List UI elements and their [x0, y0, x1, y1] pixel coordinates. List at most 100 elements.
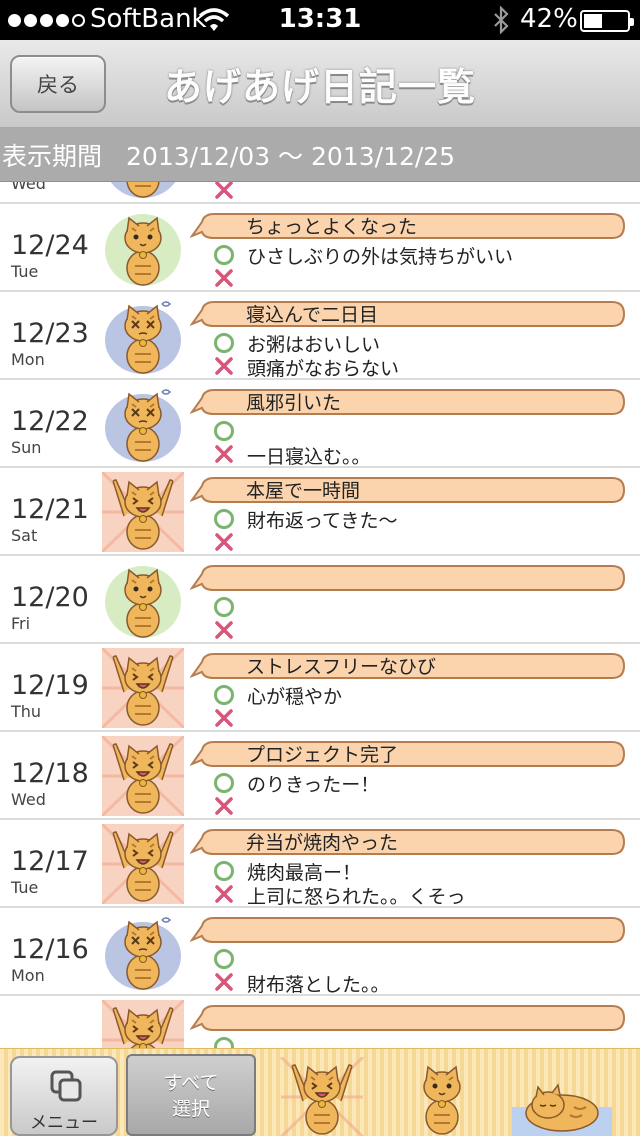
row-weekday: Wed: [11, 790, 46, 809]
cross-icon: [213, 795, 235, 817]
cross-icon: [213, 971, 235, 993]
cross-icon: [213, 443, 235, 465]
diary-list[interactable]: Wed 12/24 Tue ちょっとよくなった ひさしぶりの外は気持ちがいい 12/23 M…: [0, 182, 640, 1048]
circle-icon: [214, 597, 234, 617]
row-date: 12/22: [11, 406, 89, 437]
circle-icon: [214, 949, 234, 969]
calm-cat-icon: [102, 560, 184, 640]
sick-cat-icon: [102, 912, 184, 992]
menu-button[interactable]: メニュー: [10, 1056, 118, 1136]
title-bubble: 本屋で一時間: [190, 474, 628, 506]
row-date: 12/18: [11, 758, 89, 789]
title-bubble: [190, 914, 628, 946]
sick-cat-icon: [102, 182, 184, 200]
circle-icon: [214, 773, 234, 793]
circle-icon: [214, 421, 234, 441]
happy-cat-icon: [100, 822, 186, 906]
diary-row[interactable]: 12/18 Wed プロジェクト完了 のりきったー！: [0, 732, 640, 820]
row-bad-text: 一日寝込む。。: [247, 446, 371, 468]
title-bubble: [190, 1002, 628, 1034]
sick-cat-icon: [102, 384, 184, 464]
back-button[interactable]: 戻る: [10, 55, 106, 113]
row-weekday: Fri: [11, 614, 31, 633]
title-bubble: ストレスフリーなひび: [190, 650, 628, 682]
filter-calm-cat-icon[interactable]: [392, 1057, 492, 1136]
cross-icon: [213, 531, 235, 553]
row-date: 12/24: [11, 230, 89, 261]
happy-cat-icon: [100, 998, 186, 1048]
circle-icon: [214, 509, 234, 529]
row-good-text: 焼肉最高ー！: [247, 862, 362, 884]
page-title: あげあげ日記一覧: [163, 65, 476, 109]
title-bubble: 寝込んで二日目: [190, 298, 628, 330]
row-weekday: Tue: [11, 878, 39, 897]
circle-icon: [214, 245, 234, 265]
row-bad-text: 上司に怒られた。。くそっ: [247, 886, 466, 908]
cross-icon: [213, 883, 235, 905]
row-weekday: Sun: [11, 438, 42, 457]
row-good-text: のりきったー！: [247, 774, 380, 796]
filter-happy-cat-icon[interactable]: [272, 1055, 372, 1136]
row-title: プロジェクト完了: [246, 744, 399, 766]
bottom-toolbar: メニュー すべて 選択: [0, 1048, 640, 1136]
title-bubble: プロジェクト完了: [190, 738, 628, 770]
happy-cat-icon: [100, 646, 186, 730]
row-weekday: Wed: [11, 182, 46, 193]
diary-row[interactable]: [0, 996, 640, 1048]
cross-icon: [213, 267, 235, 289]
diary-row[interactable]: 12/16 Mon 財布落とした。。: [0, 908, 640, 996]
row-good-text: 心が穏やか: [247, 686, 343, 708]
row-title: 風邪引いた: [246, 392, 342, 414]
row-title: ストレスフリーなひび: [246, 656, 437, 678]
row-weekday: Tue: [11, 262, 39, 281]
diary-row[interactable]: 12/19 Thu ストレスフリーなひび 心が穏やか: [0, 644, 640, 732]
diary-row[interactable]: 12/21 Sat 本屋で一時間 財布返ってきた〜: [0, 468, 640, 556]
diary-row[interactable]: 12/22 Sun 風邪引いた一日寝込む。。: [0, 380, 640, 468]
row-good-text: お粥はおいしい: [247, 334, 381, 356]
cross-icon: [213, 707, 235, 729]
circle-icon: [214, 861, 234, 881]
row-bad-text: 頭痛がなおらない: [247, 358, 400, 380]
diary-list-screen: SoftBank 13:31 42% 戻る あげあげ日記一覧 表示期間 2013…: [0, 0, 640, 1136]
diary-row[interactable]: Wed: [0, 182, 640, 204]
navigation-bar: 戻る あげあげ日記一覧: [0, 40, 640, 128]
row-date: 12/19: [11, 670, 89, 701]
diary-row[interactable]: 12/24 Tue ちょっとよくなったひさしぶりの外は気持ちがいい: [0, 204, 640, 292]
period-label: 表示期間: [2, 141, 103, 171]
row-date: 12/20: [11, 582, 89, 613]
diary-row[interactable]: 12/17 Tue 弁当が焼肉やった 焼肉最高ー！ 上司に怒られた。。くそっ: [0, 820, 640, 908]
title-bubble: [190, 562, 628, 594]
display-period-bar: 表示期間 2013/12/03 〜 2013/12/25: [0, 128, 640, 182]
circle-icon: [214, 685, 234, 705]
bluetooth-icon: [494, 6, 509, 34]
row-weekday: Thu: [11, 702, 42, 721]
filter-sleepy-cat-icon[interactable]: [512, 1057, 612, 1136]
calm-cat-icon: [102, 208, 184, 288]
windows-icon: [50, 1070, 82, 1102]
happy-cat-icon: [100, 734, 186, 818]
row-title: ちょっとよくなった: [246, 216, 418, 238]
battery-icon: [580, 10, 634, 32]
select-all-button[interactable]: すべて 選択: [126, 1054, 256, 1136]
status-bar: SoftBank 13:31 42%: [0, 0, 640, 40]
row-date: 12/21: [11, 494, 89, 525]
title-bubble: ちょっとよくなった: [190, 210, 628, 242]
menu-label: メニュー: [30, 1113, 98, 1133]
select-all-line1: すべて: [163, 1072, 219, 1094]
row-bad-text: 財布落とした。。: [247, 974, 390, 996]
diary-row[interactable]: 12/23 Mon 寝込んで二日目 お粥はおいしい 頭痛がなおらない: [0, 292, 640, 380]
row-title: 本屋で一時間: [246, 480, 361, 502]
row-good-text: ひさしぶりの外は気持ちがいい: [247, 246, 514, 268]
row-title: 弁当が焼肉やった: [246, 832, 399, 854]
row-date: 12/23: [11, 318, 89, 349]
cross-icon: [213, 182, 235, 201]
select-all-line2: 選択: [171, 1098, 210, 1120]
row-title: 寝込んで二日目: [246, 304, 379, 326]
cross-icon: [213, 355, 235, 377]
diary-row[interactable]: 12/20 Fri: [0, 556, 640, 644]
row-date: 12/17: [11, 846, 89, 877]
circle-icon: [214, 1037, 234, 1048]
period-range: 2013/12/03 〜 2013/12/25: [126, 141, 456, 171]
title-bubble: 風邪引いた: [190, 386, 628, 418]
battery-percent: 42%: [520, 4, 578, 34]
